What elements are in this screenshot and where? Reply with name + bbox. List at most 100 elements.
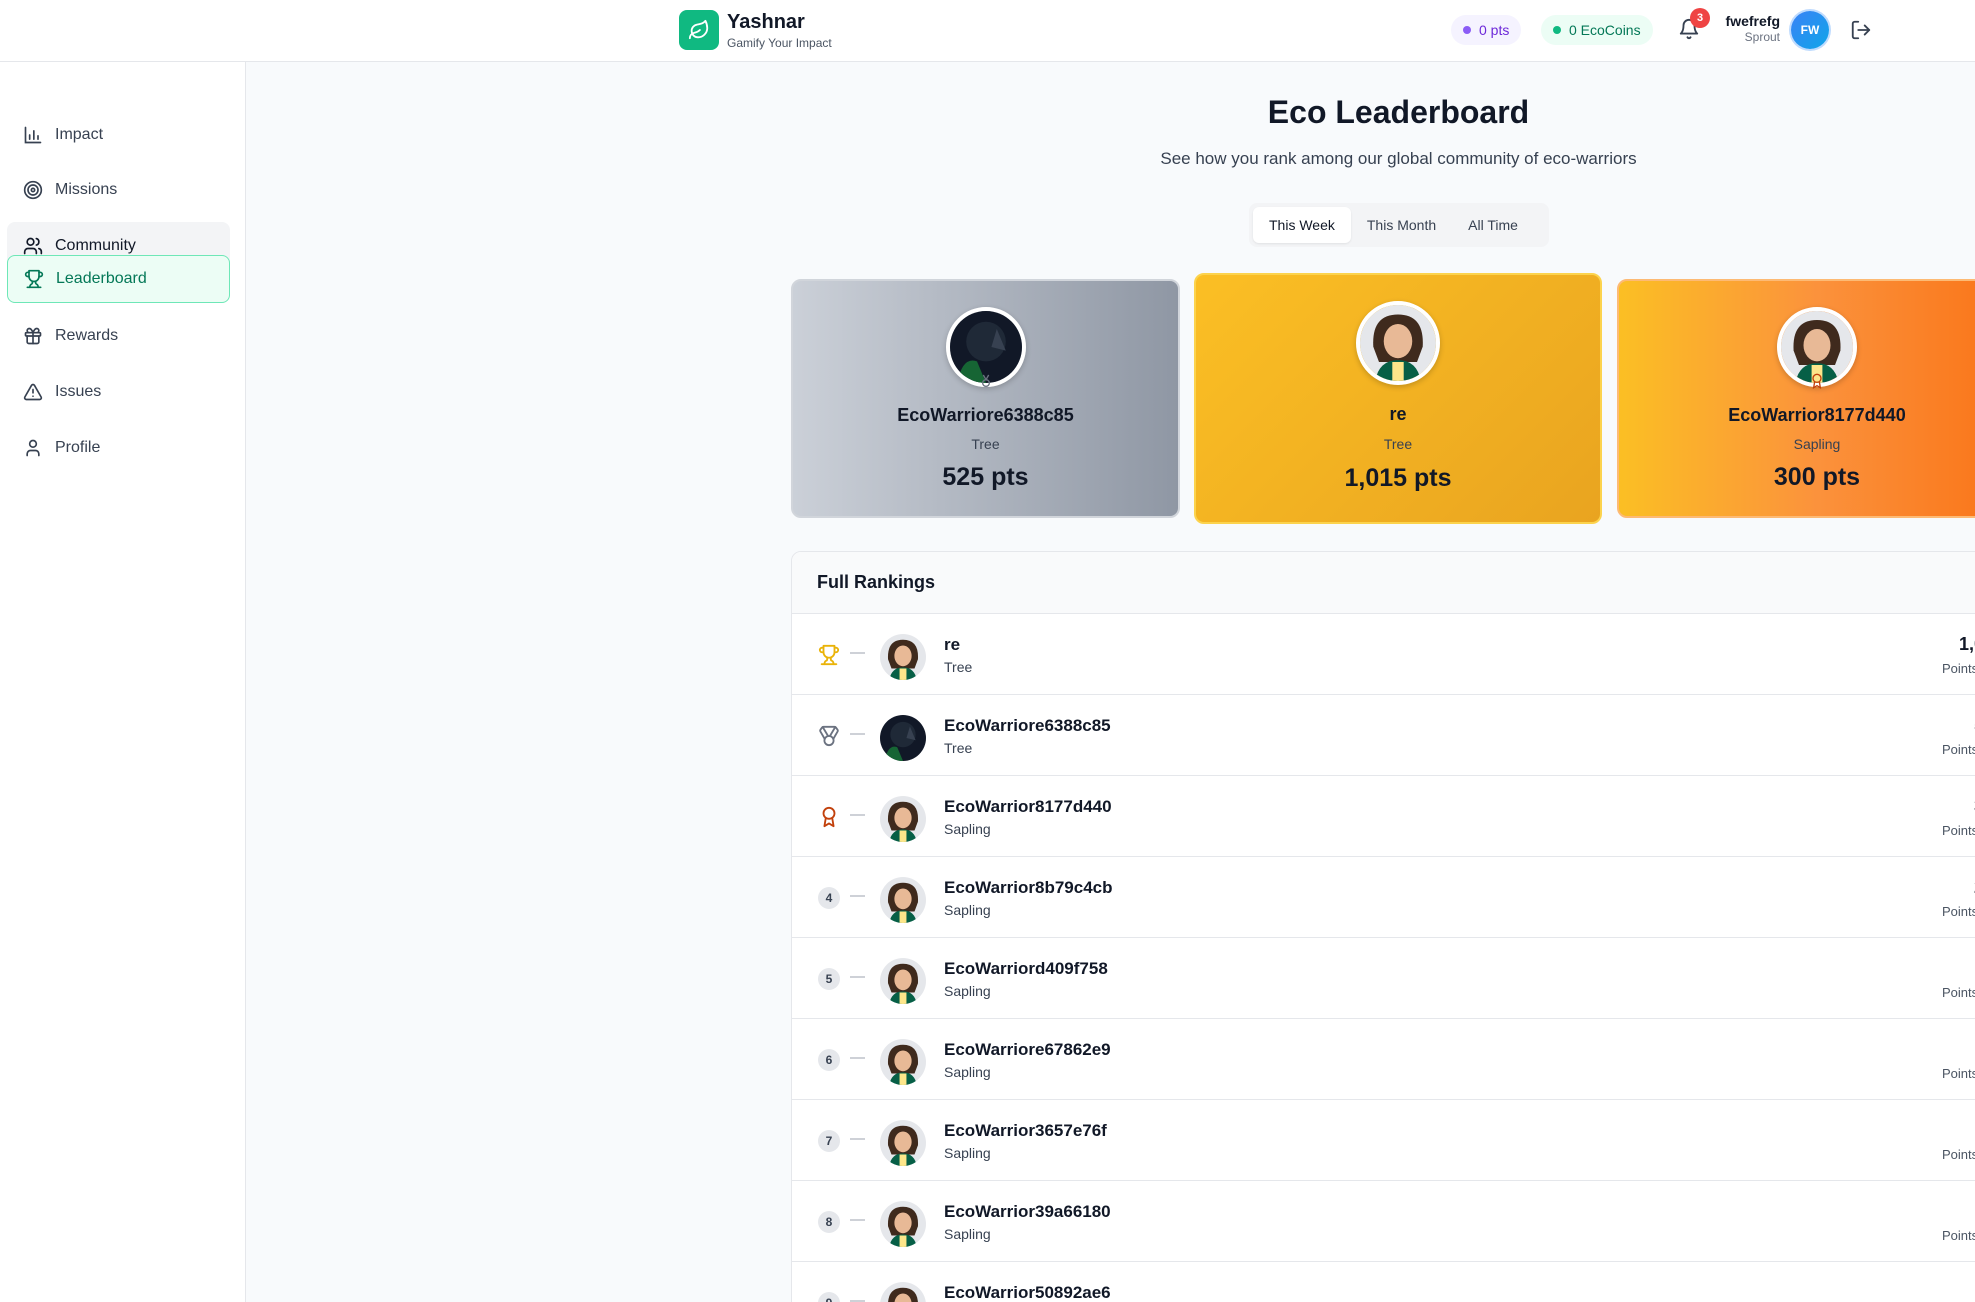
row-points: 150 — [1904, 958, 1975, 979]
avatar — [880, 958, 926, 1004]
leaf-icon — [679, 10, 719, 50]
podium-points: 1,015 pts — [1344, 464, 1452, 492]
row-name: EcoWarrior8177d440 — [944, 797, 1112, 816]
user-icon — [26, 439, 40, 457]
user-info[interactable]: fwefrefg Sprout — [1700, 13, 1780, 44]
rank-number: 9 — [818, 1292, 840, 1302]
period-tabs: This Week This Month All Time — [1249, 203, 1549, 247]
row-name: EcoWarrior8b79c4cb — [944, 878, 1113, 897]
podium-name: re — [1389, 404, 1407, 424]
row-points-label: Points — [1942, 823, 1975, 838]
podium-second-place[interactable]: EcoWarriore6388c85 Tree 525 pts — [791, 279, 1180, 518]
row-name: EcoWarrior3657e76f — [944, 1121, 1107, 1140]
user-level: Sprout — [1744, 30, 1780, 44]
sidebar-item-missions[interactable]: Missions — [7, 166, 230, 214]
avatar — [1356, 301, 1440, 385]
rank-change: — — [850, 1130, 865, 1147]
sidebar-item-label: Community — [55, 237, 136, 254]
avatar — [880, 877, 926, 923]
row-points: 1,015 — [1958, 634, 1975, 654]
table-row[interactable]: — EcoWarriore6388c85 Tree 525 Points — [792, 695, 1975, 776]
award-icon — [822, 806, 836, 828]
trophy-icon — [818, 644, 840, 666]
table-row[interactable]: 9—EcoWarrior50892ae6Sapling150Points — [792, 1262, 1975, 1302]
row-name: re — [944, 635, 961, 654]
table-row[interactable]: 5 — EcoWarriord409f758 Sapling 150 Points — [792, 938, 1975, 1019]
rank-number: 8 — [818, 1211, 840, 1233]
rank-change: — — [850, 644, 865, 661]
row-level: Sapling — [944, 1226, 991, 1242]
tab-this-month[interactable]: This Month — [1351, 207, 1452, 243]
row-name: EcoWarrior39a66180 — [944, 1202, 1111, 1221]
award-icon — [1812, 373, 1822, 389]
row-level: Sapling — [944, 902, 991, 918]
sidebar: Impact Missions Community Leaderboard Re… — [0, 62, 246, 1302]
gift-icon — [24, 327, 42, 345]
rank-number: 5 — [818, 968, 840, 990]
medal-icon — [819, 725, 839, 747]
brand[interactable]: Yashnar Gamify Your Impact — [679, 10, 832, 50]
row-points: 150 — [1904, 1201, 1975, 1222]
row-points: 300 — [1904, 796, 1975, 817]
brand-name: Yashnar — [727, 11, 805, 33]
ecocoins-pill: 0 EcoCoins — [1541, 15, 1653, 45]
table-row[interactable]: 8 — EcoWarrior39a66180 Sapling 150 Points — [792, 1181, 1975, 1262]
rank-indicator: 4 — [817, 886, 841, 910]
row-points-label: Points — [1942, 661, 1975, 676]
table-row[interactable]: 7 — EcoWarrior3657e76f Sapling 150 Points — [792, 1100, 1975, 1181]
rankings-title: Full Rankings — [792, 552, 1975, 614]
sidebar-item-impact[interactable]: Impact — [7, 111, 230, 159]
top-header: Yashnar Gamify Your Impact 0 pts 0 EcoCo… — [0, 0, 1975, 62]
podium-third-place[interactable]: EcoWarrior8177d440 Sapling 300 pts — [1617, 279, 1975, 518]
medal-icon — [981, 374, 990, 387]
row-points-label: Points — [1942, 904, 1975, 919]
rank-indicator: 9 — [817, 1291, 841, 1302]
podium-points: 525 pts — [942, 463, 1029, 491]
logout-icon[interactable] — [1850, 19, 1872, 41]
sidebar-item-rewards[interactable]: Rewards — [7, 312, 230, 360]
row-points: 150 — [1904, 1282, 1975, 1302]
user-name: fwefrefg — [1725, 13, 1780, 29]
table-row[interactable]: — EcoWarrior8177d440 Sapling 300 Points — [792, 776, 1975, 857]
row-points-label: Points — [1942, 1147, 1975, 1162]
sidebar-item-leaderboard[interactable]: Leaderboard — [7, 255, 230, 303]
brand-tagline: Gamify Your Impact — [727, 36, 832, 50]
row-name: EcoWarrior50892ae6 — [944, 1283, 1111, 1302]
rank-change: — — [850, 1049, 865, 1066]
rank-indicator: 7 — [817, 1129, 841, 1153]
rank-change: — — [850, 968, 865, 985]
table-row[interactable]: — re Tree 1,015 Points — [792, 614, 1975, 695]
avatar — [880, 796, 926, 842]
rank-indicator: 8 — [817, 1210, 841, 1234]
rank-indicator — [817, 724, 841, 748]
row-level: Sapling — [944, 821, 991, 837]
rank-change: — — [850, 1292, 865, 1302]
user-avatar[interactable]: FW — [1791, 11, 1829, 49]
table-row[interactable]: 6 — EcoWarriore67862e9 Sapling 150 Points — [792, 1019, 1975, 1100]
sidebar-item-issues[interactable]: Issues — [7, 368, 230, 416]
rank-change: — — [850, 887, 865, 904]
tab-this-week[interactable]: This Week — [1253, 207, 1351, 243]
podium-level: Tree — [971, 436, 1000, 452]
row-name: EcoWarriore67862e9 — [944, 1040, 1111, 1059]
table-row[interactable]: 4 — EcoWarrior8b79c4cb Sapling 200 Points — [792, 857, 1975, 938]
row-points-label: Points — [1942, 742, 1975, 757]
points-dot-icon — [1463, 26, 1471, 34]
tab-all-time[interactable]: All Time — [1452, 207, 1534, 243]
users-icon — [23, 237, 43, 255]
podium-level: Sapling — [1793, 436, 1841, 452]
podium-name: EcoWarrior8177d440 — [1728, 405, 1906, 425]
rank-indicator — [817, 643, 841, 667]
sidebar-item-label: Impact — [55, 126, 104, 143]
rank-indicator: 5 — [817, 967, 841, 991]
row-points: 150 — [1904, 1039, 1975, 1060]
ecocoins-value: 0 EcoCoins — [1569, 22, 1641, 38]
podium-first-place[interactable]: re Tree 1,015 pts — [1194, 273, 1602, 524]
rank-change: — — [850, 725, 865, 742]
row-points-label: Points — [1942, 985, 1975, 1000]
podium-points: 300 pts — [1773, 463, 1861, 491]
sidebar-item-profile[interactable]: Profile — [7, 424, 230, 472]
rank-number: 4 — [818, 887, 840, 909]
target-icon — [23, 180, 43, 200]
rank-indicator — [817, 805, 841, 829]
